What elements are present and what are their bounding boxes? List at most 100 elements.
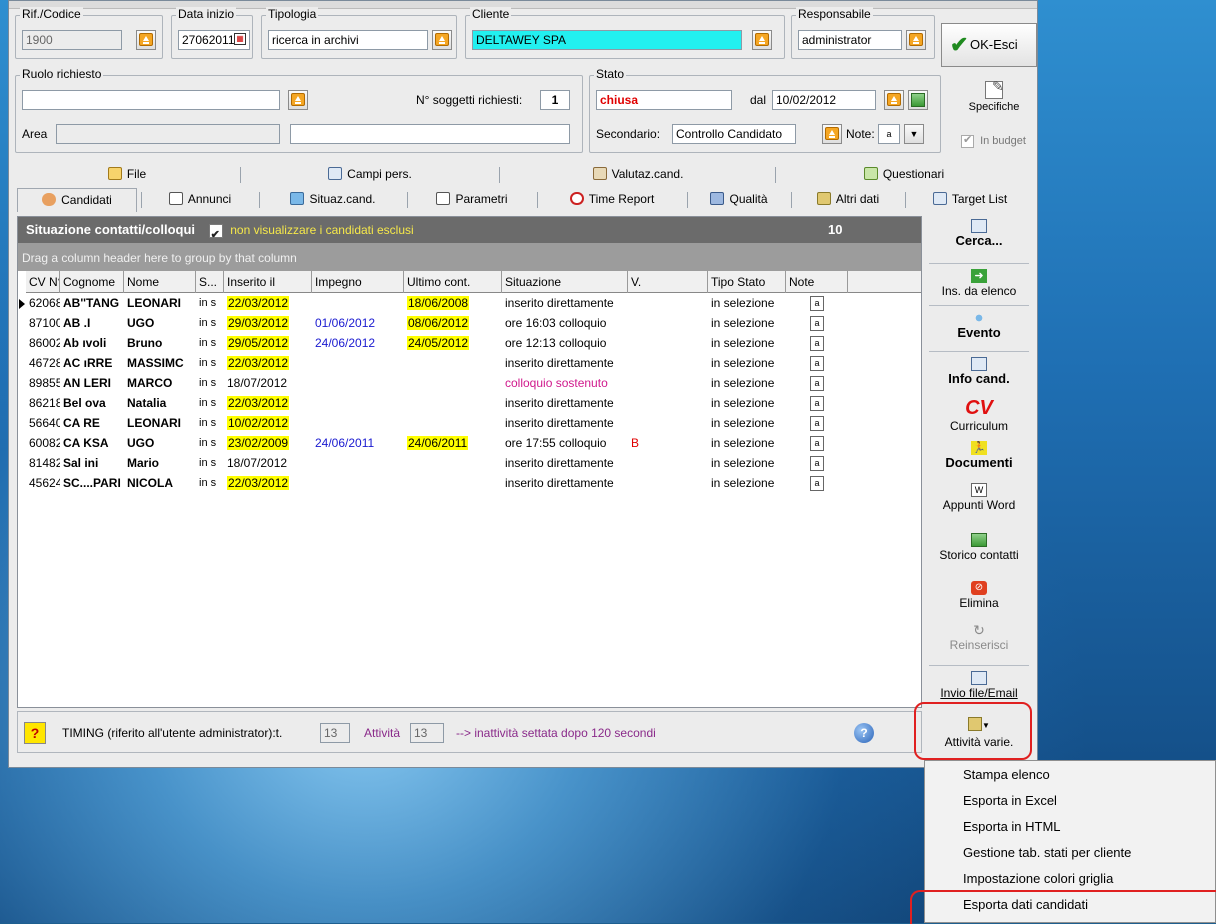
responsabile-lookup-button[interactable] — [906, 30, 926, 50]
tab-target-list[interactable]: Target List — [909, 188, 1031, 212]
evento-button[interactable]: Evento — [927, 311, 1031, 340]
cell-impegno — [312, 354, 404, 374]
table-row[interactable]: 46728 AC ıRRE MASSIMC in s 22/03/2012 inserit… — [26, 354, 921, 374]
tipologia-field[interactable]: ricerca in archivi — [268, 30, 428, 50]
ok-esci-button[interactable]: ✔ OK-Esci — [941, 23, 1037, 67]
help-button[interactable]: ? — [24, 722, 46, 744]
cliente-lookup-button[interactable] — [752, 30, 772, 50]
column-header-note[interactable]: Note — [786, 271, 848, 293]
column-header-v[interactable]: V. — [628, 271, 708, 293]
responsabile-field[interactable]: administrator — [798, 30, 902, 50]
menu-item-esporta-in-excel[interactable]: Esporta in Excel — [925, 789, 1215, 813]
cell-impegno — [312, 394, 404, 414]
tab-altri-dati[interactable]: Altri dati — [795, 188, 901, 212]
note-icon[interactable]: a — [810, 376, 824, 391]
table-row[interactable]: 62068 AB''TANG LEONARI in s 22/03/2012 18/06/… — [26, 294, 921, 314]
secondario-lookup-button[interactable] — [822, 124, 842, 144]
note-dropdown-button[interactable]: ▼ — [904, 124, 924, 144]
column-header-situazione[interactable]: Situazione — [502, 271, 628, 293]
cell-situazione: inserito direttamente — [505, 456, 614, 470]
table-row[interactable]: 45624 SC....PARI NICOLA in s 22/03/2012 inser… — [26, 474, 921, 494]
column-header-tipo[interactable]: Tipo Stato — [708, 271, 786, 293]
note-icon[interactable]: a — [810, 316, 824, 331]
dal-field[interactable]: 10/02/2012 — [772, 90, 876, 110]
tab-candidati[interactable]: Candidati — [17, 188, 137, 212]
info-cand-button[interactable]: Info cand. — [927, 357, 1031, 386]
cell-situazione: ore 17:55 colloquio — [505, 436, 607, 450]
menu-item-gestione-tab-stati-per-cliente[interactable]: Gestione tab. stati per cliente — [925, 841, 1215, 865]
note-icon[interactable]: a — [810, 396, 824, 411]
rif-label: Rif./Codice — [20, 7, 83, 21]
note-icon[interactable]: a — [810, 456, 824, 471]
tab-time-report[interactable]: Time Report — [541, 188, 683, 212]
tab-questionari[interactable]: Questionari — [779, 163, 1029, 187]
table-row[interactable]: 86218 Bel ova Natalia in s 22/03/2012 inserit… — [26, 394, 921, 414]
stato-lookup-button[interactable] — [884, 90, 904, 110]
column-header-nome[interactable]: Nome — [124, 271, 196, 293]
tab-situaz-cand[interactable]: Situaz.cand. — [263, 188, 403, 212]
column-header-s[interactable]: S... — [196, 271, 224, 293]
ins-da-elenco-button[interactable]: ➜ Ins. da elenco — [927, 269, 1031, 298]
note-icon[interactable]: a — [810, 436, 824, 451]
area-field[interactable] — [56, 124, 280, 144]
specifiche-button[interactable]: ✎ Specifiche — [955, 75, 1033, 127]
invio-file-email-button[interactable]: Invio file/Email — [927, 671, 1031, 700]
tab-campi-pers[interactable]: Campi pers. — [243, 163, 497, 187]
table-row[interactable]: 81482 Sal ini Mario in s 18/07/2012 inserito … — [26, 454, 921, 474]
menu-item-stampa-elenco[interactable]: Stampa elenco — [925, 763, 1215, 787]
group-by-bar[interactable]: Drag a column header here to group by th… — [18, 243, 921, 271]
menu-item-esporta-in-html[interactable]: Esporta in HTML — [925, 815, 1215, 839]
stato-history-button[interactable] — [908, 90, 928, 110]
storico-contatti-button[interactable]: Storico contatti — [927, 533, 1031, 562]
column-header-impegno[interactable]: Impegno — [312, 271, 404, 293]
calendar-icon[interactable]: ▦ — [234, 33, 246, 45]
cell-inserito: 29/03/2012 — [224, 314, 312, 334]
nsoggetti-field[interactable]: 1 — [540, 90, 570, 110]
tab-file[interactable]: File — [17, 163, 237, 187]
in-budget-checkbox[interactable] — [961, 133, 974, 148]
note-icon[interactable]: a — [810, 356, 824, 371]
tab-separator — [791, 192, 792, 208]
table-row[interactable]: 89855 AN LERI MARCO in s 18/07/2012 colloquio… — [26, 374, 921, 394]
cerca-button[interactable]: Cerca... — [927, 219, 1031, 248]
secondario-field[interactable]: Controllo Candidato — [672, 124, 796, 144]
timing-field[interactable]: 13 — [320, 723, 350, 743]
area-extra-field[interactable] — [290, 124, 570, 144]
rif-field[interactable]: 1900 — [22, 30, 122, 50]
in-budget-option[interactable]: In budget — [961, 133, 1026, 148]
ruolo-lookup-button[interactable] — [288, 90, 308, 110]
documenti-button[interactable]: 🏃 Documenti — [927, 441, 1031, 470]
appunti-word-button[interactable]: W Appunti Word — [927, 483, 1031, 512]
table-row[interactable]: 86002 Ab ıvoli Bruno in s 29/05/2012 24/06/20… — [26, 334, 921, 354]
column-header-ultimo[interactable]: Ultimo cont. — [404, 271, 502, 293]
note-icon[interactable]: a — [810, 476, 824, 491]
tipologia-lookup-button[interactable] — [432, 30, 452, 50]
tab-qualita[interactable]: Qualità — [691, 188, 787, 212]
eject-icon — [291, 93, 305, 106]
table-row[interactable]: 56640 CA RE LEONARI in s 10/02/2012 inserito … — [26, 414, 921, 434]
rif-lookup-button[interactable] — [136, 30, 156, 50]
note-icon[interactable]: a — [810, 336, 824, 351]
tab-annunci[interactable]: Annunci — [145, 188, 255, 212]
info-help-icon[interactable]: ? — [854, 723, 874, 743]
exclude-checkbox[interactable] — [208, 222, 223, 248]
menu-item-impostazione-colori-griglia[interactable]: Impostazione colori griglia — [925, 867, 1215, 891]
reinserisci-button[interactable]: ↻ Reinserisci — [927, 623, 1031, 652]
cell-cognome: Ab ıvoli — [63, 336, 107, 350]
note-field[interactable]: a — [878, 124, 900, 144]
cliente-field[interactable]: DELTAWEY SPA — [472, 30, 742, 50]
ruolo-field[interactable] — [22, 90, 280, 110]
table-row[interactable]: 60082 CA KSA UGO in s 23/02/2009 24/06/2011 24… — [26, 434, 921, 454]
column-header-inserito[interactable]: Inserito il — [224, 271, 312, 293]
note-icon[interactable]: a — [810, 416, 824, 431]
elimina-button[interactable]: ⊘ Elimina — [927, 581, 1031, 610]
attivita-field[interactable]: 13 — [410, 723, 444, 743]
column-header-cognome[interactable]: Cognome — [60, 271, 124, 293]
tab-parametri[interactable]: Parametri — [411, 188, 533, 212]
column-header-cv[interactable]: CV N° — [26, 271, 60, 293]
table-row[interactable]: 87100 AB .I UGO in s 29/03/2012 01/06/2012 08/… — [26, 314, 921, 334]
curriculum-button[interactable]: CV Curriculum — [927, 397, 1031, 433]
stato-field[interactable]: chiusa — [596, 90, 732, 110]
note-icon[interactable]: a — [810, 296, 824, 311]
tab-valutaz-cand[interactable]: Valutaz.cand. — [503, 163, 773, 187]
